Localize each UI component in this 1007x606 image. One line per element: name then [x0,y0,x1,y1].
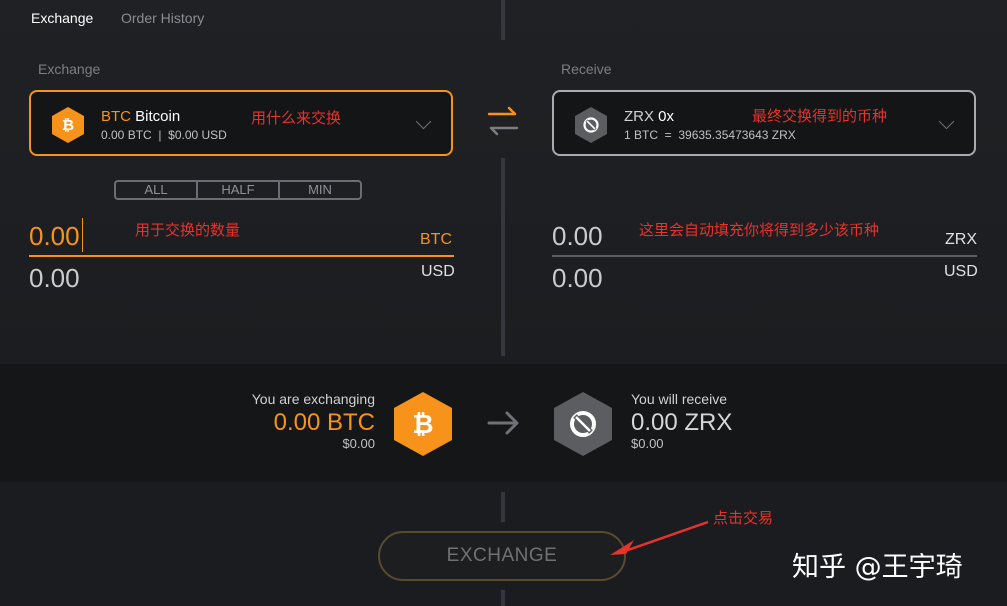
min-button[interactable]: MIN [278,182,360,198]
text-cursor [82,218,83,252]
tab-order-history[interactable]: Order History [121,10,204,26]
tab-exchange[interactable]: Exchange [31,10,93,26]
annotation-receive-coin: 最终交换得到的币种 [752,107,888,125]
annotation-receive-amount: 这里会自动填充你将得到多少该币种 [639,221,880,239]
summary-exchanging-amount: 0.00 BTC [273,409,375,436]
swap-arrows-icon[interactable] [485,104,521,138]
zrx-icon [554,392,612,456]
receive-coin-title: ZRX 0x [624,108,674,125]
receive-amount-underline [552,255,977,257]
receive-section-label: Receive [561,61,612,77]
center-divider-lower [501,492,505,522]
annotation-exchange-amount: 用于交换的数量 [135,221,241,239]
receive-coin-select[interactable]: ZRX 0x 1 BTC = 39635.35473643 ZRX 最终交换得到… [552,90,976,156]
summary-receive-amount: 0.00 ZRX [631,409,733,436]
summary-receive-label: You will receive [631,391,727,407]
annotation-exchange-button: 点击交易 [713,509,774,527]
receive-usd-value: 0.00 [552,263,603,293]
summary-exchanging-usd: $0.00 [342,436,375,451]
amount-preset-group: ALL HALF MIN [114,180,362,200]
exchange-balance: 0.00 BTC | $0.00 USD [101,128,227,142]
exchange-rate: 1 BTC = 39635.35473643 ZRX [624,128,796,142]
exchange-button[interactable]: EXCHANGE [378,531,626,581]
exchange-summary: You are exchanging 0.00 BTC $0.00 ₿ You … [0,364,1007,482]
exchange-coin-symbol: BTC [101,108,131,125]
annotation-exchange-coin: 用什么来交换 [251,109,342,127]
annotation-arrow-icon [610,520,709,555]
receive-amount-unit: ZRX [945,231,977,248]
all-button[interactable]: ALL [116,182,196,198]
exchange-coin-select[interactable]: ₿ BTC Bitcoin 0.00 BTC | $0.00 USD 用什么来交… [29,90,453,156]
center-divider-middle [501,158,505,356]
watermark: 知乎 @王宇琦 [792,552,963,583]
exchange-amount-input[interactable]: 0.00 [29,221,80,252]
half-button[interactable]: HALF [196,182,278,198]
arrow-right-icon [487,411,519,435]
bitcoin-icon: ₿ [394,392,452,456]
exchange-amount-unit: BTC [420,231,452,248]
chevron-down-icon[interactable] [938,113,955,130]
receive-coin-symbol: ZRX [624,108,654,125]
zrx-icon [575,107,607,143]
exchange-usd-unit: USD [421,263,455,280]
summary-exchanging-label: You are exchanging [251,391,375,407]
receive-amount-value: 0.00 [552,221,603,251]
exchange-amount-underline [29,255,454,257]
exchange-coin-title: BTC Bitcoin [101,108,180,125]
receive-coin-name: 0x [658,108,675,125]
receive-usd-unit: USD [944,263,978,280]
center-divider-top [501,0,505,40]
chevron-down-icon[interactable] [415,113,432,130]
bitcoin-icon: ₿ [52,107,84,143]
exchange-usd-value: 0.00 [29,263,80,293]
center-divider-bottom [501,590,505,606]
exchange-coin-name: Bitcoin [135,108,181,125]
exchange-section-label: Exchange [38,61,101,77]
summary-receive-usd: $0.00 [631,436,664,451]
